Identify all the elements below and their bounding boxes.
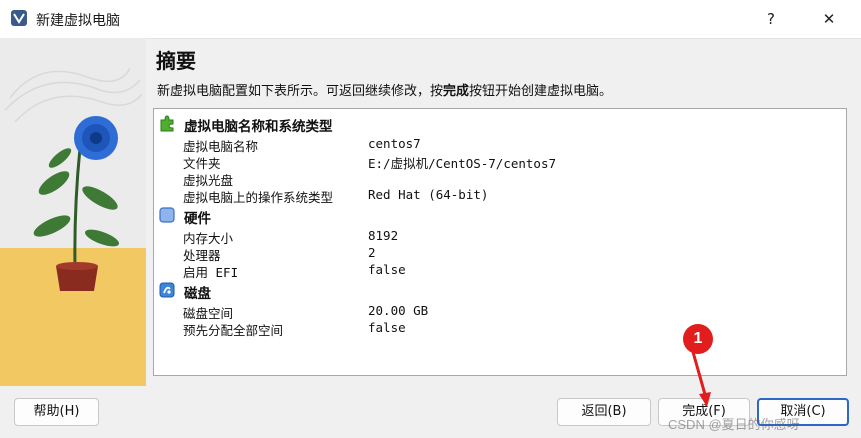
summary-tree[interactable]: 虚拟电脑名称和系统类型 虚拟电脑名称 centos7 文件夹 E:/虚拟机/Cent… bbox=[153, 108, 847, 376]
section-name-and-os[interactable]: 虚拟电脑名称和系统类型 bbox=[154, 113, 846, 135]
title-bar: 新建虚拟电脑 ? ✕ bbox=[0, 0, 861, 39]
help-button[interactable]: 帮助(H) bbox=[14, 398, 99, 426]
desc-prefix: 新虚拟电脑配置如下表所示。可返回继续修改，按 bbox=[157, 84, 444, 99]
summary-row: 虚拟光盘 bbox=[154, 170, 846, 188]
section-disk[interactable]: 磁盘 bbox=[154, 280, 846, 302]
row-value: Red Hat (64-bit) bbox=[368, 187, 489, 202]
summary-row: 虚拟电脑名称 centos7 bbox=[154, 136, 846, 154]
section-title: 硬件 bbox=[184, 211, 211, 227]
row-value: 2 bbox=[368, 245, 376, 260]
summary-row: 虚拟电脑上的操作系统类型 Red Hat (64-bit) bbox=[154, 187, 846, 205]
summary-row: 处理器 2 bbox=[154, 245, 846, 263]
watermark: CSDN @夏日的你感呀 bbox=[668, 417, 800, 432]
page-heading: 摘要 bbox=[156, 49, 196, 73]
row-key: 虚拟电脑上的操作系统类型 bbox=[183, 190, 334, 205]
row-value: 8192 bbox=[368, 228, 399, 243]
section-title: 虚拟电脑名称和系统类型 bbox=[184, 119, 333, 135]
summary-row: 文件夹 E:/虚拟机/CentOS-7/centos7 bbox=[154, 153, 846, 171]
summary-row: 磁盘空间 20.00 GB bbox=[154, 303, 846, 321]
virtualbox-icon bbox=[11, 10, 27, 26]
row-value: 20.00 GB bbox=[368, 303, 429, 318]
row-key: 启用 EFI bbox=[183, 265, 239, 280]
row-key: 预先分配全部空间 bbox=[183, 323, 284, 338]
annotation-arrow-icon bbox=[691, 351, 711, 407]
blue-square-icon bbox=[159, 207, 175, 223]
disk-icon bbox=[159, 282, 175, 298]
back-button[interactable]: 返回(B) bbox=[557, 398, 651, 426]
desc-suffix: 按钮开始创建虚拟电脑。 bbox=[469, 84, 613, 99]
wizard-side-artwork bbox=[0, 38, 146, 386]
summary-row: 内存大小 8192 bbox=[154, 228, 846, 246]
page-description: 新虚拟电脑配置如下表所示。可返回继续修改，按完成按钮开始创建虚拟电脑。 bbox=[157, 80, 612, 99]
section-title: 磁盘 bbox=[184, 286, 211, 302]
row-value: false bbox=[368, 320, 406, 335]
row-value: false bbox=[368, 262, 406, 277]
green-puzzle-icon bbox=[160, 115, 174, 132]
summary-row: 启用 EFI false bbox=[154, 262, 846, 280]
summary-row: 预先分配全部空间 false bbox=[154, 320, 846, 338]
close-button[interactable]: ✕ bbox=[806, 0, 852, 38]
section-hardware[interactable]: 硬件 bbox=[154, 205, 846, 227]
desc-bold: 完成 bbox=[443, 84, 470, 99]
row-value: centos7 bbox=[368, 136, 421, 151]
context-help-button[interactable]: ? bbox=[748, 0, 794, 38]
window-title: 新建虚拟电脑 bbox=[36, 13, 120, 29]
